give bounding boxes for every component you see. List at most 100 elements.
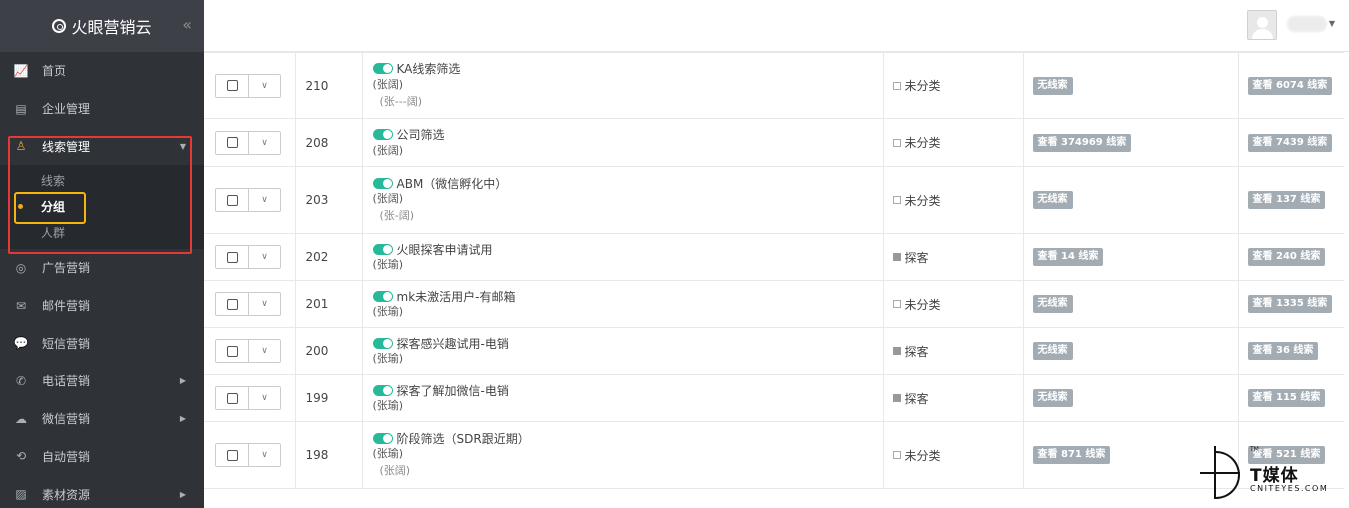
chevron-right-icon: ▶ bbox=[179, 489, 186, 499]
chevron-down-icon[interactable]: ∨ bbox=[249, 189, 280, 211]
chevron-right-icon: ▶ bbox=[179, 376, 186, 386]
row-select-checkbox[interactable] bbox=[216, 340, 249, 362]
group-enabled-toggle[interactable] bbox=[372, 177, 393, 189]
leads-cell-1: 无线索 bbox=[1023, 52, 1239, 119]
group-id: 200 bbox=[295, 327, 363, 375]
group-owner: (张阔) bbox=[372, 77, 404, 91]
group-enabled-toggle[interactable] bbox=[372, 243, 393, 255]
group-name[interactable]: 探客了解加微信-电销 bbox=[397, 382, 509, 399]
username-blurred[interactable] bbox=[1287, 16, 1327, 32]
leads-cell-2: 查看 137 线索 bbox=[1238, 166, 1344, 234]
sidebar-subitem-1[interactable]: 分组 bbox=[0, 193, 204, 219]
row-actions-cell: ∨ bbox=[204, 280, 296, 328]
sidebar-item-7[interactable]: ☁ 微信营销 ▶ bbox=[0, 400, 204, 438]
group-id: 203 bbox=[295, 166, 363, 234]
group-name[interactable]: KA线索筛选 bbox=[397, 60, 461, 77]
leads-tag[interactable]: 无线索 bbox=[1032, 295, 1073, 313]
group-enabled-toggle[interactable] bbox=[372, 129, 393, 140]
row-action-group: ∨ bbox=[215, 386, 281, 410]
app-title: 火眼营销云 bbox=[71, 18, 152, 37]
sidebar-subitem-0[interactable]: 线索 bbox=[0, 167, 204, 193]
leads-tag[interactable]: 查看 7439 线索 bbox=[1247, 133, 1333, 152]
leads-tag[interactable]: 查看 115 线索 bbox=[1247, 389, 1326, 407]
sidebar-item-label: 短信营销 bbox=[42, 336, 91, 351]
group-name[interactable]: ABM（微信孵化中） bbox=[397, 175, 508, 192]
sidebar-item-3[interactable]: ◎ 广告营销 bbox=[0, 249, 204, 287]
sidebar-item-1[interactable]: ▤ 企业管理 bbox=[0, 90, 204, 128]
group-name-cell: ABM（微信孵化中） (张阔) (张-阔) bbox=[362, 166, 884, 234]
building-icon: ▤ bbox=[15, 101, 27, 116]
group-creator: (张阔) bbox=[379, 464, 411, 477]
target-icon: ◎ bbox=[15, 260, 27, 275]
chevron-down-icon[interactable]: ∨ bbox=[249, 444, 280, 466]
leads-tag[interactable]: 查看 6074 线索 bbox=[1247, 76, 1333, 95]
leads-cell-2: 查看 36 线索 bbox=[1238, 327, 1344, 375]
leads-tag[interactable]: 查看 240 线索 bbox=[1247, 248, 1326, 266]
group-enabled-toggle[interactable] bbox=[372, 432, 393, 444]
chevron-down-icon[interactable]: ∨ bbox=[249, 75, 280, 97]
leads-tag[interactable]: 查看 36 线索 bbox=[1247, 342, 1319, 360]
row-select-checkbox[interactable] bbox=[216, 189, 249, 211]
avatar[interactable] bbox=[1247, 10, 1277, 40]
group-enabled-toggle[interactable] bbox=[372, 384, 393, 396]
row-select-checkbox[interactable] bbox=[216, 387, 249, 409]
leads-tag[interactable]: 查看 871 线索 bbox=[1032, 446, 1111, 464]
group-id: 202 bbox=[295, 233, 363, 281]
group-category: 探客 bbox=[904, 250, 929, 265]
leads-tag[interactable]: 无线索 bbox=[1032, 389, 1073, 407]
row-select-checkbox[interactable] bbox=[216, 293, 249, 315]
group-name[interactable]: 火眼探客申请试用 bbox=[397, 241, 493, 258]
row-select-checkbox[interactable] bbox=[216, 246, 249, 268]
group-enabled-toggle[interactable] bbox=[372, 290, 393, 302]
leads-cell-1: 查看 14 线索 bbox=[1023, 233, 1239, 281]
leads-tag[interactable]: 查看 1335 线索 bbox=[1247, 295, 1333, 313]
row-select-checkbox[interactable] bbox=[216, 131, 249, 154]
group-name[interactable]: mk未激活用户-有邮箱 bbox=[397, 288, 516, 305]
group-name-cell: 探客感兴趣试用-电销 (张瑜) bbox=[362, 327, 884, 375]
group-category-cell: 未分类 bbox=[883, 166, 1024, 234]
group-enabled-toggle[interactable] bbox=[372, 337, 393, 349]
group-name-cell: mk未激活用户-有邮箱 (张瑜) bbox=[362, 280, 884, 328]
sidebar-item-5[interactable]: 💬 短信营销 bbox=[0, 324, 204, 362]
group-name[interactable]: 阶段筛选（SDR跟近期） bbox=[397, 430, 530, 447]
leads-cell-2: 查看 1335 线索 bbox=[1238, 280, 1344, 328]
chevron-down-icon[interactable]: ∨ bbox=[249, 246, 280, 268]
leads-tag[interactable]: 无线索 bbox=[1032, 76, 1073, 95]
sidebar-item-label: 电话营销 bbox=[42, 374, 91, 389]
group-category: 未分类 bbox=[904, 448, 941, 463]
group-category-cell: 未分类 bbox=[883, 421, 1024, 489]
group-name[interactable]: 公司筛选 bbox=[397, 126, 445, 143]
sidebar-item-label: 线索管理 bbox=[42, 139, 91, 154]
leads-tag[interactable]: 查看 137 线索 bbox=[1247, 191, 1326, 209]
chevron-down-icon[interactable]: ∨ bbox=[249, 293, 280, 315]
group-name[interactable]: 探客感兴趣试用-电销 bbox=[397, 335, 509, 352]
sidebar-item-6[interactable]: ✆ 电话营销 ▶ bbox=[0, 362, 204, 400]
group-category-cell: 探客 bbox=[883, 374, 1024, 422]
leads-cell-2: 查看 6074 线索 bbox=[1238, 52, 1344, 119]
chevron-down-icon[interactable]: ∨ bbox=[249, 340, 280, 362]
row-actions-cell: ∨ bbox=[204, 374, 296, 422]
sidebar-item-4[interactable]: ✉ 邮件营销 bbox=[0, 287, 204, 325]
leads-tag[interactable]: 无线索 bbox=[1032, 191, 1073, 209]
sidebar-item-9[interactable]: ▨ 素材资源 ▶ bbox=[0, 475, 204, 508]
leads-tag[interactable]: 查看 374969 线索 bbox=[1032, 133, 1132, 152]
leads-tag[interactable]: 无线索 bbox=[1032, 342, 1073, 360]
sidebar: 火眼营销云 « 📈 首页 ▤ 企业管理 ♙ 线索管理 ▼ 线索 分组 人群 ◎ 广告营销 ✉ 邮件营销 💬 短… bbox=[0, 0, 204, 508]
sidebar-item-8[interactable]: ⟲ 自动营销 bbox=[0, 438, 204, 476]
leads-tag[interactable]: 查看 14 线索 bbox=[1032, 248, 1104, 266]
sidebar-subitem-2[interactable]: 人群 bbox=[0, 219, 204, 245]
group-name-cell: 阶段筛选（SDR跟近期） (张瑜) (张阔) bbox=[362, 421, 884, 489]
table-row: ∨ 201 mk未激活用户-有邮箱 (张瑜) 未分类 无线索 查看 1335 线索 bbox=[204, 280, 1344, 328]
group-owner: (张阔) bbox=[372, 143, 404, 157]
row-select-checkbox[interactable] bbox=[216, 444, 249, 466]
chevron-down-icon[interactable]: ∨ bbox=[249, 387, 280, 409]
collapse-sidebar-icon[interactable]: « bbox=[182, 15, 192, 34]
sidebar-item-label: 首页 bbox=[42, 64, 67, 79]
sidebar-item-0[interactable]: 📈 首页 bbox=[0, 52, 204, 90]
row-select-checkbox[interactable] bbox=[216, 74, 249, 97]
group-enabled-toggle[interactable] bbox=[372, 63, 393, 74]
chevron-down-icon[interactable]: ▼ bbox=[1329, 19, 1335, 28]
sidebar-item-2[interactable]: ♙ 线索管理 ▼ bbox=[0, 127, 204, 165]
chevron-down-icon[interactable]: ∨ bbox=[249, 132, 280, 154]
app-logo[interactable]: 火眼营销云 « bbox=[0, 0, 204, 52]
